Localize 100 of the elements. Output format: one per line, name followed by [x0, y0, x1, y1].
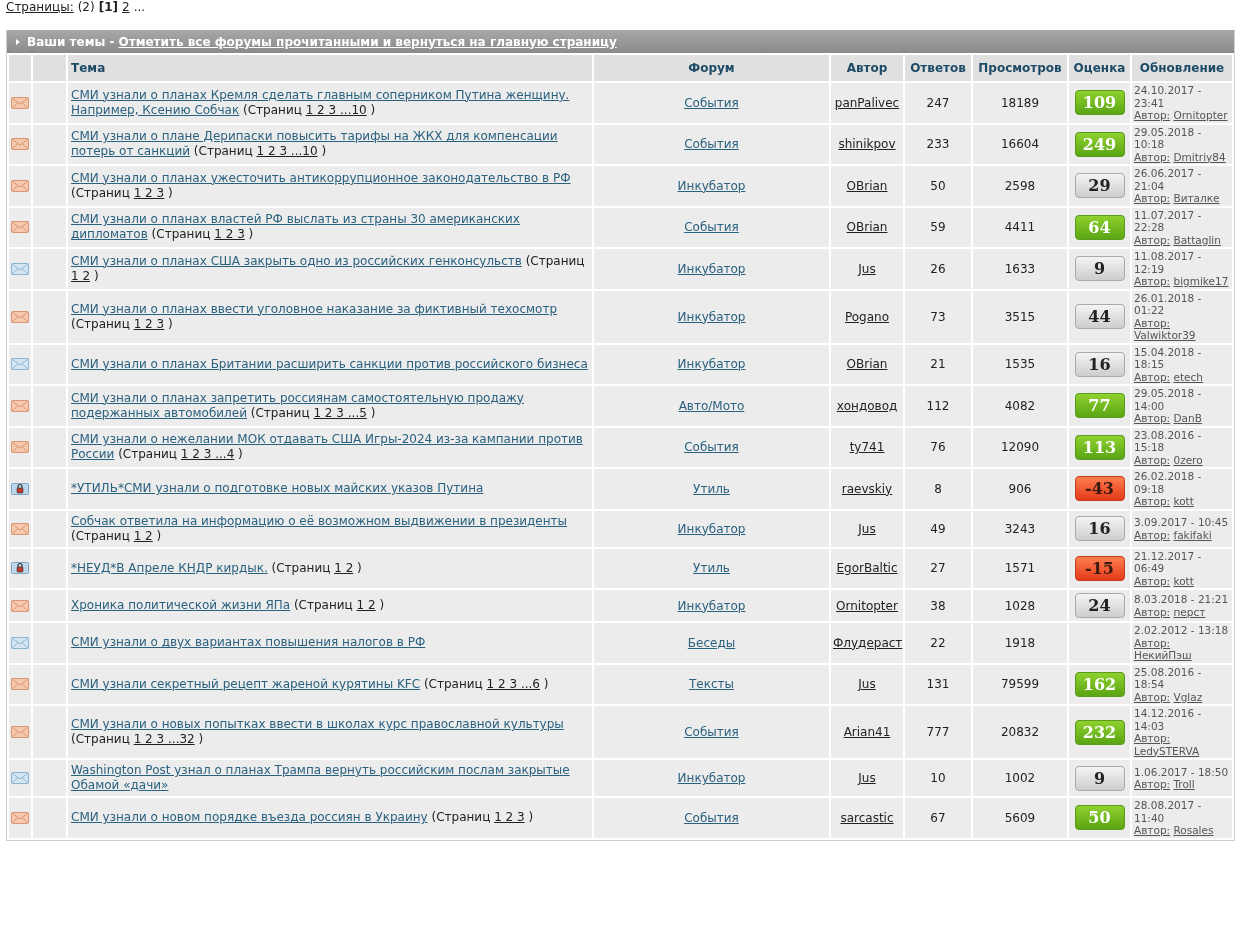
column-header: Автор: [830, 54, 904, 82]
view-count: 4411: [1004, 220, 1036, 235]
forum-link[interactable]: Беседы: [687, 635, 736, 650]
reply-count: 112: [926, 398, 950, 413]
page-links[interactable]: 1 2: [334, 560, 354, 575]
author-label-link[interactable]: Автор:: [1134, 574, 1171, 587]
last-author-link[interactable]: Виталке: [1173, 192, 1220, 204]
last-author-link[interactable]: Dmitriy84: [1173, 150, 1226, 163]
last-author-link[interactable]: Battaglin: [1173, 233, 1221, 246]
last-author-link[interactable]: 0zero: [1173, 453, 1203, 466]
update-date: 29.05.2018 - 10:18: [1134, 125, 1203, 151]
update-date: 11.07.2017 - 22:28: [1134, 208, 1203, 234]
author-label-link[interactable]: Автор:: [1134, 412, 1171, 424]
page-links[interactable]: 1 2 3: [133, 185, 165, 200]
author-link[interactable]: Jus: [858, 771, 876, 785]
forum-link[interactable]: Утиль: [693, 481, 730, 496]
last-author-link[interactable]: kott: [1173, 495, 1194, 507]
author-label-link[interactable]: Автор:: [1134, 528, 1171, 541]
author-link[interactable]: Jus: [858, 677, 876, 692]
author-link[interactable]: Jus: [858, 521, 876, 536]
view-count: 79599: [1000, 677, 1040, 692]
forum-link[interactable]: Инкубатор: [677, 357, 746, 372]
author-label-link[interactable]: Автор:: [1134, 453, 1171, 466]
author-label-link[interactable]: Автор:: [1134, 495, 1171, 507]
author-label-link[interactable]: Автор:: [1134, 605, 1171, 618]
last-author-link[interactable]: Rosales: [1173, 824, 1214, 836]
author-label-link[interactable]: Автор:: [1134, 275, 1171, 287]
forum-link[interactable]: Инкубатор: [677, 598, 746, 613]
author-link[interactable]: Arian41: [843, 725, 891, 739]
forum-link[interactable]: Утиль: [693, 561, 730, 576]
page-links[interactable]: 1 2: [71, 268, 91, 283]
forum-link[interactable]: Инкубатор: [677, 771, 746, 785]
last-author-link[interactable]: etech: [1173, 370, 1203, 383]
view-count: 3243: [1004, 521, 1036, 536]
view-count: 12090: [1000, 440, 1040, 455]
last-author-link[interactable]: перст: [1173, 605, 1206, 618]
page-links[interactable]: 1 2 3 ...10: [305, 102, 367, 117]
page-links[interactable]: 1 2 3: [494, 810, 525, 825]
last-author-link[interactable]: Valwiktor39: [1134, 329, 1196, 341]
page-links[interactable]: 1 2 3: [214, 227, 245, 242]
author-label-link[interactable]: Автор:: [1134, 636, 1171, 649]
rating-badge: 249: [1074, 131, 1125, 157]
last-author-link[interactable]: Troll: [1173, 778, 1195, 790]
author-link[interactable]: Jus: [858, 261, 876, 276]
author-label-link[interactable]: Автор:: [1134, 150, 1171, 163]
update-date: 1.06.2017 - 18:50: [1134, 765, 1230, 778]
forum-link[interactable]: Тексты: [689, 677, 734, 692]
last-author-link[interactable]: Ornitopter: [1173, 109, 1228, 121]
forum-link[interactable]: Инкубатор: [677, 261, 746, 276]
page-links[interactable]: 1 2 3 ...6: [486, 676, 540, 691]
reply-count: 76: [930, 440, 946, 455]
author-label-link[interactable]: Автор:: [1134, 109, 1171, 121]
page-links[interactable]: 1 2 3: [133, 316, 165, 331]
forum-link[interactable]: События: [684, 95, 739, 110]
last-author-link[interactable]: fakifaki: [1173, 528, 1212, 541]
last-author-link[interactable]: НекийПэш: [1134, 649, 1192, 661]
rating-badge: 9: [1074, 256, 1125, 282]
last-author-link[interactable]: kott: [1173, 574, 1194, 587]
reply-count: 67: [930, 810, 946, 825]
forum-link[interactable]: События: [684, 440, 739, 455]
forum-link[interactable]: Инкубатор: [677, 309, 746, 324]
page-links[interactable]: 1 2: [133, 528, 153, 543]
forum-link[interactable]: Инкубатор: [677, 178, 746, 193]
rating-badge: -15: [1074, 555, 1125, 581]
page-links[interactable]: 1 2 3 ...5: [313, 405, 367, 420]
last-author-link[interactable]: LedySTERVA: [1134, 744, 1200, 757]
author-link[interactable]: Pogano: [844, 309, 890, 324]
author-label-link[interactable]: Автор:: [1134, 778, 1171, 790]
forum-link[interactable]: События: [684, 137, 739, 152]
author-label-link[interactable]: Автор:: [1134, 233, 1171, 246]
rating-badge: 77: [1074, 393, 1125, 419]
forum-link[interactable]: Инкубатор: [677, 521, 746, 536]
view-count: 18189: [1000, 95, 1040, 110]
author-link[interactable]: ty741: [849, 440, 885, 455]
author-label-link[interactable]: Автор:: [1134, 824, 1171, 836]
page-links[interactable]: 1 2: [356, 598, 376, 612]
rating-badge: 162: [1074, 671, 1125, 697]
last-author-link[interactable]: bigmike17: [1173, 275, 1229, 287]
page-link[interactable]: 2: [122, 0, 130, 14]
page-links[interactable]: 1 2 3 ...4: [180, 447, 235, 462]
last-author-link[interactable]: DanB: [1173, 412, 1202, 424]
forum-link[interactable]: События: [684, 810, 739, 825]
page-links[interactable]: 1 2 3 ...32: [133, 732, 195, 746]
update-date: 26.01.2018 - 01:22: [1134, 291, 1203, 317]
author-label-link[interactable]: Автор:: [1134, 316, 1171, 329]
forum-link[interactable]: События: [684, 220, 739, 235]
last-author-link[interactable]: Vglaz: [1173, 690, 1203, 703]
page-links[interactable]: 1 2 3 ...10: [256, 144, 318, 159]
column-header: Ответов: [904, 54, 972, 82]
view-count: 20832: [1000, 725, 1040, 739]
author-label-link[interactable]: Автор:: [1134, 690, 1171, 703]
forum-link[interactable]: События: [684, 725, 739, 739]
author-label-link[interactable]: Автор:: [1134, 732, 1171, 744]
pages-link[interactable]: Страницы:: [6, 0, 74, 14]
forum-link[interactable]: Авто/Мото: [678, 398, 745, 413]
rating-badge: 232: [1074, 719, 1125, 745]
view-count: 1535: [1004, 357, 1036, 372]
author-label-link[interactable]: Автор:: [1134, 192, 1171, 204]
author-label-link[interactable]: Автор:: [1134, 370, 1171, 383]
more-pages: ...: [133, 0, 146, 14]
